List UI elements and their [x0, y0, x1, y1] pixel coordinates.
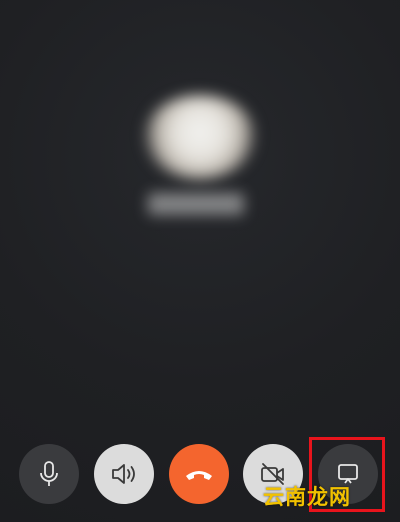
call-screen: 云南龙网 — [0, 0, 400, 522]
watermark-text: 云南龙网 — [263, 485, 351, 509]
speaker-button[interactable] — [94, 444, 154, 504]
speaker-icon — [112, 464, 135, 484]
microphone-icon — [40, 461, 58, 486]
mute-button[interactable] — [19, 444, 79, 504]
caller-name — [148, 193, 244, 215]
hang-up-icon — [186, 471, 212, 480]
hang-up-button[interactable] — [169, 444, 229, 504]
caller-avatar — [144, 95, 256, 179]
